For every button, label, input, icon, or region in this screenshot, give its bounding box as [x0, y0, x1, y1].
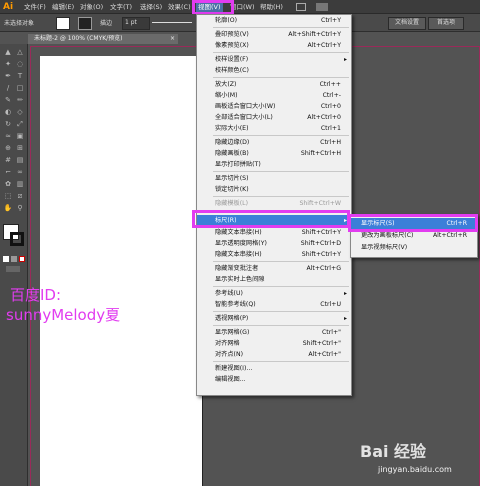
pen-tool-icon[interactable]: ✒	[3, 72, 13, 81]
symbol-sprayer-tool-icon[interactable]: ✿	[3, 180, 13, 189]
menu-item-lock-slices[interactable]: 锁定切片(K)	[197, 184, 351, 195]
mesh-tool-icon[interactable]: #	[3, 156, 13, 165]
stroke-color-swatch[interactable]	[78, 17, 92, 30]
menu-item-actual-size[interactable]: 实际大小(E) Ctrl+1	[197, 123, 351, 134]
artboard-canvas[interactable]	[40, 56, 202, 486]
menu-item-show-transparency-grid[interactable]: 显示透明度网格(Y) Shift+Ctrl+D	[197, 238, 351, 249]
watermark-url: jingyan.baidu.com	[378, 465, 452, 474]
submenu-item-show-video-rulers[interactable]: 显示视频标尺(V)	[351, 242, 477, 253]
view-menu-highlight	[192, 0, 234, 15]
fill-color-swatch[interactable]	[56, 17, 70, 30]
menu-item-hide-text-threads-2[interactable]: 隐藏文本串接(H) Shift+Ctrl+Y	[197, 249, 351, 260]
menu-type[interactable]: 文字(T)	[110, 0, 132, 14]
slice-tool-icon[interactable]: ⧄	[15, 192, 25, 201]
menu-item-fit-all[interactable]: 全部适合窗口大小(L) Alt+Ctrl+0	[197, 112, 351, 123]
view-menu-dropdown: 轮廓(O) Ctrl+Y 叠印预览(V) Alt+Shift+Ctrl+Y 像素预览…	[196, 14, 352, 396]
menu-item-print-tiling[interactable]: 显示打印拼贴(T)	[197, 159, 351, 170]
menu-item-hide-edges[interactable]: 隐藏边缘(D) Ctrl+H	[197, 137, 351, 148]
blend-tool-icon[interactable]: ∞	[15, 168, 25, 177]
scale-tool-icon[interactable]: ⤢	[15, 120, 25, 129]
perspective-grid-tool-icon[interactable]: ⊞	[15, 144, 25, 153]
column-graph-tool-icon[interactable]: ▥	[15, 180, 25, 189]
app-logo: Ai	[3, 2, 14, 12]
menu-item-proof-setup[interactable]: 校样设置(F) ▸	[197, 54, 351, 65]
watermark-logo: Bai 经验	[360, 442, 427, 461]
menu-item-snap-to-point[interactable]: 对齐点(N) Alt+Ctrl+"	[197, 349, 351, 360]
menu-item-proof-colors[interactable]: 校样颜色(C)	[197, 65, 351, 76]
lasso-tool-icon[interactable]: ◌	[15, 60, 25, 69]
menu-item-show-slices[interactable]: 显示切片(S)	[197, 173, 351, 184]
magic-wand-tool-icon[interactable]: ✦	[3, 60, 13, 69]
stroke-label: 描边	[100, 20, 113, 27]
menu-item-new-view[interactable]: 新建视图(I)...	[197, 363, 351, 374]
menu-object[interactable]: 对象(O)	[80, 0, 103, 14]
shape-builder-tool-icon[interactable]: ⊕	[3, 144, 13, 153]
tools-panel: ▲ △ ✦ ◌ ✒ T / □ ✎ ✏ ◐ ◇ ↻ ⤢ ≈ ▣ ⊕ ⊞ # ▤ …	[0, 44, 28, 486]
rotate-tool-icon[interactable]: ↻	[3, 120, 13, 129]
selection-tool-icon[interactable]: ▲	[3, 48, 13, 57]
preferences-button[interactable]: 首选项	[428, 17, 464, 30]
document-setup-button[interactable]: 文档设置	[388, 17, 426, 30]
draw-mode-icon[interactable]	[6, 266, 20, 272]
color-mode-icon[interactable]	[3, 256, 9, 262]
stroke-weight-field[interactable]: 1 pt	[122, 17, 150, 30]
blob-brush-tool-icon[interactable]: ◐	[3, 108, 13, 117]
bridge-icon[interactable]	[296, 3, 306, 11]
menu-item-edit-views[interactable]: 编辑视图...	[197, 374, 351, 385]
none-mode-icon[interactable]	[19, 256, 25, 262]
menu-item-pixel-preview[interactable]: 像素预览(X) Alt+Ctrl+Y	[197, 40, 351, 51]
menu-file[interactable]: 文件(F)	[24, 0, 46, 14]
annotation-id-label: 百度ID:	[10, 286, 62, 304]
hand-tool-icon[interactable]: ✋	[3, 204, 13, 213]
stroke-swatch[interactable]	[10, 232, 24, 246]
selection-status: 未选择对象	[4, 20, 35, 27]
menu-item-hide-gradient-annotator[interactable]: 隐藏渐变批注者 Alt+Ctrl+G	[197, 263, 351, 274]
document-tab[interactable]: 未标题-2 @ 100% (CMYK/预览) ×	[28, 34, 178, 44]
menu-effect[interactable]: 效果(C)	[168, 0, 191, 14]
close-icon[interactable]: ×	[170, 34, 175, 44]
menu-item-overprint-preview[interactable]: 叠印预览(V) Alt+Shift+Ctrl+Y	[197, 29, 351, 40]
show-rulers-highlight	[348, 214, 478, 232]
type-tool-icon[interactable]: T	[15, 72, 25, 81]
direct-selection-tool-icon[interactable]: △	[15, 48, 25, 57]
menu-item-snap-to-grid[interactable]: 对齐网格 Shift+Ctrl+"	[197, 338, 351, 349]
menu-item-smart-guides[interactable]: 智能参考线(Q) Ctrl+U	[197, 299, 351, 310]
menu-bar: Ai 文件(F) 编辑(E) 对象(O) 文字(T) 选择(S) 效果(C) 视…	[0, 0, 480, 14]
rectangle-tool-icon[interactable]: □	[15, 84, 25, 93]
gradient-mode-icon[interactable]	[11, 256, 17, 262]
free-transform-tool-icon[interactable]: ▣	[15, 132, 25, 141]
menu-item-perspective-grid[interactable]: 透视网格(P) ▸	[197, 313, 351, 324]
document-tab-title: 未标题-2 @ 100% (CMYK/预览)	[34, 35, 123, 42]
menu-item-zoom-in[interactable]: 放大(Z) Ctrl++	[197, 79, 351, 90]
brush-tool-icon[interactable]: ✎	[3, 96, 13, 105]
pencil-tool-icon[interactable]: ✏	[15, 96, 25, 105]
rulers-highlight	[192, 210, 350, 228]
menu-help[interactable]: 帮助(H)	[260, 0, 283, 14]
menu-item-hide-template: 隐藏模板(L) Shift+Ctrl+W	[215, 200, 341, 207]
menu-item-show-grid[interactable]: 显示网格(G) Ctrl+"	[197, 327, 351, 338]
stroke-line-preview	[152, 22, 192, 23]
menu-select[interactable]: 选择(S)	[140, 0, 162, 14]
watermark: Bai 经验 jingyan.baidu.com	[360, 438, 475, 478]
menu-item-show-live-paint-gaps[interactable]: 显示实时上色间隙	[197, 274, 351, 285]
menu-item-outline[interactable]: 轮廓(O) Ctrl+Y	[197, 15, 351, 26]
menu-item-hide-artboards[interactable]: 隐藏画板(B) Shift+Ctrl+H	[197, 148, 351, 159]
width-tool-icon[interactable]: ≈	[3, 132, 13, 141]
gradient-tool-icon[interactable]: ▤	[15, 156, 25, 165]
menu-item-zoom-out[interactable]: 缩小(M) Ctrl+-	[197, 90, 351, 101]
artboard-tool-icon[interactable]: ⬚	[3, 192, 13, 201]
eraser-tool-icon[interactable]: ◇	[15, 108, 25, 117]
menu-item-guides[interactable]: 参考线(U) ▸	[197, 288, 351, 299]
workspace-icon[interactable]	[316, 3, 328, 11]
line-tool-icon[interactable]: /	[3, 84, 13, 93]
menu-item-hide-text-threads-1[interactable]: 隐藏文本串接(H) Shift+Ctrl+Y	[197, 227, 351, 238]
menu-item-fit-artboard[interactable]: 画板适合窗口大小(W) Ctrl+0	[197, 101, 351, 112]
menu-edit[interactable]: 编辑(E)	[52, 0, 74, 14]
zoom-tool-icon[interactable]: ⚲	[15, 204, 25, 213]
eyedropper-tool-icon[interactable]: ⌐	[3, 168, 13, 177]
annotation-username: sunnyMelody夏	[6, 306, 121, 324]
